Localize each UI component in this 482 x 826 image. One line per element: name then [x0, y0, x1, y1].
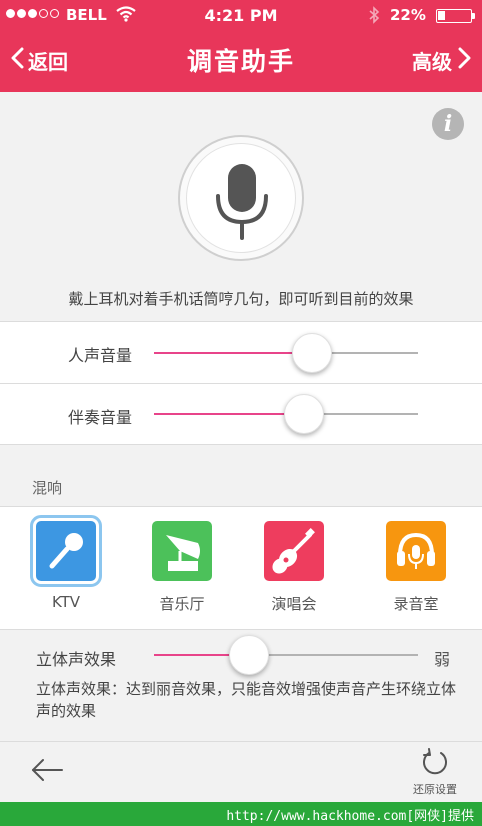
effect-label: 演唱会 [271, 595, 317, 613]
watermark-bar: http://www.hackhome.com[网侠]提供 [0, 802, 482, 826]
status-bar: BELL 4:21 PM 22% [0, 0, 482, 32]
battery-icon [436, 9, 472, 23]
vocal-volume-label: 人声音量 [68, 346, 133, 365]
effect-label: KTV [51, 593, 81, 611]
reverb-section-title: 混响 [32, 479, 63, 497]
headphones-icon [386, 521, 446, 581]
chevron-right-icon [458, 47, 472, 74]
accompaniment-volume-slider[interactable] [154, 394, 418, 434]
nav-advanced-button[interactable]: 高级 [412, 46, 472, 75]
vocal-volume-row: 人声音量 [0, 321, 482, 383]
stereo-section: 立体声效果 弱 立体声效果：达到丽音效果，只能音效增强使声音产生环绕立体声的效果 [0, 629, 482, 741]
bluetooth-icon [368, 6, 380, 28]
nav-bar: 返回 调音助手 高级 [0, 32, 482, 92]
effect-label: 音乐厅 [159, 595, 205, 613]
stereo-weak-label: 弱 [434, 650, 451, 669]
microphone-button-inner [186, 143, 296, 253]
effect-label: 录音室 [393, 595, 439, 613]
reset-icon [420, 748, 450, 780]
record-area: i 戴上耳机对着手机话筒哼几句，即可听到目前的效果 [0, 92, 482, 321]
gramophone-icon [152, 521, 212, 581]
microphone-icon [216, 164, 268, 240]
slider-thumb[interactable] [292, 333, 333, 373]
page-title: 调音助手 [186, 47, 295, 76]
stereo-effect-label: 立体声效果 [36, 650, 117, 669]
accompaniment-volume-row: 伴奏音量 [0, 383, 482, 445]
guitar-icon [264, 521, 324, 581]
battery-level-fill [438, 11, 445, 20]
battery-nub [472, 13, 475, 19]
stereo-description: 立体声效果：达到丽音效果，只能音效增强使声音产生环绕立体声的效果 [36, 680, 457, 720]
effect-concert[interactable]: 演唱会 [244, 521, 344, 614]
slider-fill [154, 413, 305, 415]
nav-advanced-label: 高级 [412, 50, 452, 74]
effect-concert-hall[interactable]: 音乐厅 [132, 521, 232, 614]
slider-thumb[interactable] [284, 394, 325, 434]
accompaniment-volume-label: 伴奏音量 [68, 408, 133, 427]
hint-text: 戴上耳机对着手机话筒哼几句，即可听到目前的效果 [68, 290, 414, 308]
bottom-toolbar: 还原设置 [0, 741, 482, 802]
reverb-section-header: 混响 [0, 444, 482, 507]
battery-percentage: 22% [390, 6, 426, 24]
watermark-text: http://www.hackhome.com[网侠]提供 [226, 809, 474, 824]
reset-label: 还原设置 [413, 783, 457, 796]
effect-studio[interactable]: 录音室 [366, 521, 466, 614]
microphone-button[interactable] [178, 135, 304, 261]
app-header: BELL 4:21 PM 22% 返回 调音助手 高级 [0, 0, 482, 92]
reverb-effects: KTV 音乐厅 演唱会 录音室 [0, 507, 482, 629]
effect-ktv[interactable]: KTV [16, 515, 116, 611]
stereo-effect-slider[interactable] [154, 635, 418, 675]
back-arrow-icon[interactable] [30, 757, 64, 787]
slider-thumb[interactable] [229, 635, 270, 675]
microphone-icon [30, 515, 102, 587]
info-icon[interactable]: i [432, 108, 464, 140]
reset-button[interactable]: 还原设置 [402, 748, 468, 797]
slider-fill [154, 352, 313, 354]
vocal-volume-slider[interactable] [154, 333, 418, 373]
